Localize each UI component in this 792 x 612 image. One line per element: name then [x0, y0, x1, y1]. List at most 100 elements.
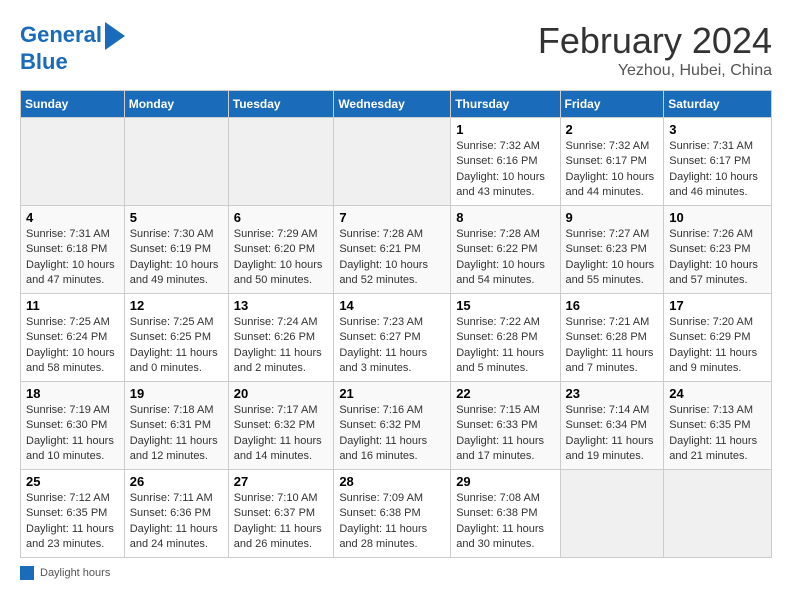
cell-content: Sunrise: 7:26 AM Sunset: 6:23 PM Dayligh… [669, 227, 766, 289]
calendar-week-row: 1Sunrise: 7:32 AM Sunset: 6:16 PM Daylig… [21, 118, 772, 206]
page-title: February 2024 [538, 20, 772, 62]
calendar-cell: 6 Sunrise: 7:29 AM Sunset: 6:20 PM Daylig… [228, 206, 334, 294]
day-number: 3 [669, 122, 766, 137]
logo-text: General [20, 23, 102, 47]
day-number: 7 [339, 210, 445, 225]
cell-content: Sunrise: 7:29 AM Sunset: 6:20 PM Dayligh… [234, 227, 329, 289]
calendar-cell: 10 Sunrise: 7:26 AM Sunset: 6:23 PM Dayli… [664, 206, 772, 294]
day-number: 9 [566, 210, 659, 225]
logo-arrow-icon [105, 22, 125, 50]
day-of-week-header: Sunday [21, 91, 125, 118]
calendar-cell [228, 118, 334, 206]
cell-content: Sunrise: 7:21 AM Sunset: 6:28 PM Dayligh… [566, 315, 659, 377]
logo: General Blue [20, 20, 125, 74]
cell-content: Sunrise: 7:28 AM Sunset: 6:21 PM Dayligh… [339, 227, 445, 289]
calendar-cell [664, 470, 772, 558]
day-number: 21 [339, 386, 445, 401]
day-of-week-header: Friday [560, 91, 664, 118]
cell-content: Sunrise: 7:16 AM Sunset: 6:32 PM Dayligh… [339, 403, 445, 465]
page-subtitle: Yezhou, Hubei, China [538, 62, 772, 80]
day-of-week-header: Monday [124, 91, 228, 118]
day-number: 20 [234, 386, 329, 401]
cell-content: Sunrise: 7:27 AM Sunset: 6:23 PM Dayligh… [566, 227, 659, 289]
day-number: 17 [669, 298, 766, 313]
day-of-week-header: Tuesday [228, 91, 334, 118]
calendar-cell: 9 Sunrise: 7:27 AM Sunset: 6:23 PM Daylig… [560, 206, 664, 294]
calendar-cell: 11Sunrise: 7:25 AM Sunset: 6:24 PM Dayli… [21, 294, 125, 382]
cell-content: Sunrise: 7:12 AM Sunset: 6:35 PM Dayligh… [26, 491, 119, 553]
day-number: 26 [130, 474, 223, 489]
calendar-cell: 21 Sunrise: 7:16 AM Sunset: 6:32 PM Dayli… [334, 382, 451, 470]
cell-content: Sunrise: 7:08 AM Sunset: 6:38 PM Dayligh… [456, 491, 554, 553]
cell-content: Sunrise: 7:30 AM Sunset: 6:19 PM Dayligh… [130, 227, 223, 289]
calendar-cell: 15 Sunrise: 7:22 AM Sunset: 6:28 PM Dayli… [451, 294, 560, 382]
calendar-cell: 22 Sunrise: 7:15 AM Sunset: 6:33 PM Dayli… [451, 382, 560, 470]
cell-content: Sunrise: 7:10 AM Sunset: 6:37 PM Dayligh… [234, 491, 329, 553]
calendar-cell: 17 Sunrise: 7:20 AM Sunset: 6:29 PM Dayli… [664, 294, 772, 382]
calendar-cell: 24Sunrise: 7:13 AM Sunset: 6:35 PM Dayli… [664, 382, 772, 470]
day-number: 15 [456, 298, 554, 313]
day-number: 6 [234, 210, 329, 225]
day-number: 8 [456, 210, 554, 225]
cell-content: Sunrise: 7:15 AM Sunset: 6:33 PM Dayligh… [456, 403, 554, 465]
calendar-week-row: 4 Sunrise: 7:31 AM Sunset: 6:18 PM Daylig… [21, 206, 772, 294]
day-number: 23 [566, 386, 659, 401]
calendar-week-row: 18 Sunrise: 7:19 AM Sunset: 6:30 PM Dayli… [21, 382, 772, 470]
day-number: 24 [669, 386, 766, 401]
day-of-week-header: Saturday [664, 91, 772, 118]
day-number: 18 [26, 386, 119, 401]
cell-content: Sunrise: 7:22 AM Sunset: 6:28 PM Dayligh… [456, 315, 554, 377]
calendar-cell: 1Sunrise: 7:32 AM Sunset: 6:16 PM Daylig… [451, 118, 560, 206]
calendar-week-row: 25 Sunrise: 7:12 AM Sunset: 6:35 PM Dayli… [21, 470, 772, 558]
cell-content: Sunrise: 7:31 AM Sunset: 6:18 PM Dayligh… [26, 227, 119, 289]
title-block: February 2024 Yezhou, Hubei, China [538, 20, 772, 80]
cell-content: Sunrise: 7:32 AM Sunset: 6:17 PM Dayligh… [566, 139, 659, 201]
calendar-cell [21, 118, 125, 206]
calendar-cell: 5 Sunrise: 7:30 AM Sunset: 6:19 PM Daylig… [124, 206, 228, 294]
calendar-cell: 27Sunrise: 7:10 AM Sunset: 6:37 PM Dayli… [228, 470, 334, 558]
legend-label: Daylight hours [40, 567, 110, 579]
cell-content: Sunrise: 7:25 AM Sunset: 6:25 PM Dayligh… [130, 315, 223, 377]
calendar-cell: 29 Sunrise: 7:08 AM Sunset: 6:38 PM Dayli… [451, 470, 560, 558]
cell-content: Sunrise: 7:28 AM Sunset: 6:22 PM Dayligh… [456, 227, 554, 289]
cell-content: Sunrise: 7:19 AM Sunset: 6:30 PM Dayligh… [26, 403, 119, 465]
day-number: 22 [456, 386, 554, 401]
cell-content: Sunrise: 7:24 AM Sunset: 6:26 PM Dayligh… [234, 315, 329, 377]
cell-content: Sunrise: 7:09 AM Sunset: 6:38 PM Dayligh… [339, 491, 445, 553]
day-of-week-header: Thursday [451, 91, 560, 118]
calendar-header-row: SundayMondayTuesdayWednesdayThursdayFrid… [21, 91, 772, 118]
calendar-cell: 28 Sunrise: 7:09 AM Sunset: 6:38 PM Dayli… [334, 470, 451, 558]
calendar-cell: 12 Sunrise: 7:25 AM Sunset: 6:25 PM Dayli… [124, 294, 228, 382]
day-number: 1 [456, 122, 554, 137]
calendar-cell: 20 Sunrise: 7:17 AM Sunset: 6:32 PM Dayli… [228, 382, 334, 470]
calendar-cell: 7 Sunrise: 7:28 AM Sunset: 6:21 PM Daylig… [334, 206, 451, 294]
day-number: 2 [566, 122, 659, 137]
legend-color-box [20, 566, 34, 580]
cell-content: Sunrise: 7:14 AM Sunset: 6:34 PM Dayligh… [566, 403, 659, 465]
page-header: General Blue February 2024 Yezhou, Hubei… [20, 20, 772, 80]
calendar-cell: 14Sunrise: 7:23 AM Sunset: 6:27 PM Dayli… [334, 294, 451, 382]
cell-content: Sunrise: 7:17 AM Sunset: 6:32 PM Dayligh… [234, 403, 329, 465]
calendar-cell: 3 Sunrise: 7:31 AM Sunset: 6:17 PM Daylig… [664, 118, 772, 206]
day-of-week-header: Wednesday [334, 91, 451, 118]
day-number: 28 [339, 474, 445, 489]
cell-content: Sunrise: 7:25 AM Sunset: 6:24 PM Dayligh… [26, 315, 119, 377]
day-number: 10 [669, 210, 766, 225]
calendar-cell [560, 470, 664, 558]
day-number: 25 [26, 474, 119, 489]
day-number: 12 [130, 298, 223, 313]
cell-content: Sunrise: 7:20 AM Sunset: 6:29 PM Dayligh… [669, 315, 766, 377]
day-number: 16 [566, 298, 659, 313]
calendar-cell: 25 Sunrise: 7:12 AM Sunset: 6:35 PM Dayli… [21, 470, 125, 558]
calendar-cell [334, 118, 451, 206]
day-number: 13 [234, 298, 329, 313]
day-number: 5 [130, 210, 223, 225]
calendar-cell: 2 Sunrise: 7:32 AM Sunset: 6:17 PM Daylig… [560, 118, 664, 206]
day-number: 29 [456, 474, 554, 489]
calendar-cell: 13 Sunrise: 7:24 AM Sunset: 6:26 PM Dayli… [228, 294, 334, 382]
day-number: 4 [26, 210, 119, 225]
calendar-cell: 18 Sunrise: 7:19 AM Sunset: 6:30 PM Dayli… [21, 382, 125, 470]
calendar-cell: 26Sunrise: 7:11 AM Sunset: 6:36 PM Dayli… [124, 470, 228, 558]
calendar-cell: 16 Sunrise: 7:21 AM Sunset: 6:28 PM Dayli… [560, 294, 664, 382]
cell-content: Sunrise: 7:31 AM Sunset: 6:17 PM Dayligh… [669, 139, 766, 201]
